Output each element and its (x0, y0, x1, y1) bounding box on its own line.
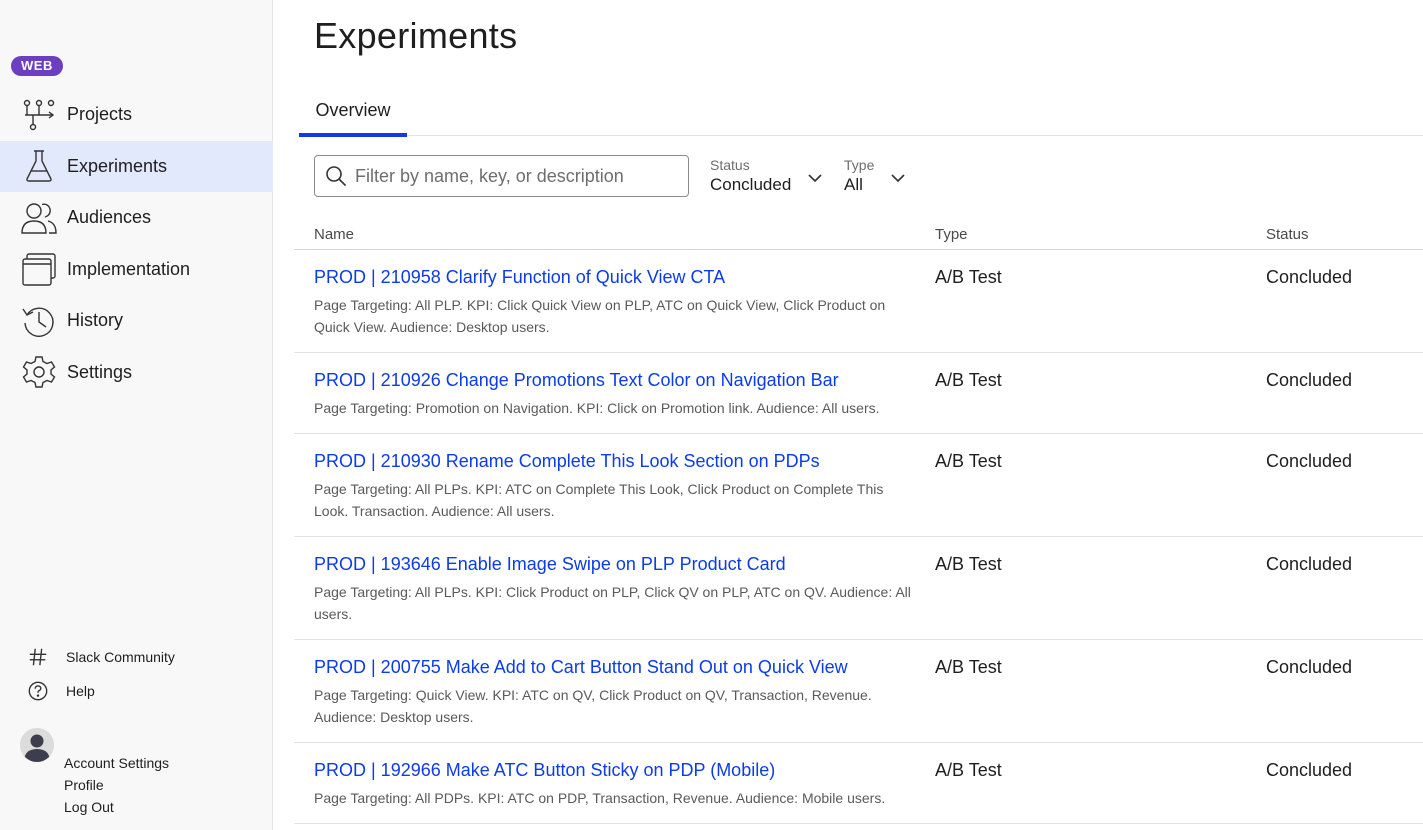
profile-link[interactable]: Profile (64, 774, 169, 796)
experiment-description: Page Targeting: All PLPs. KPI: ATC on Co… (314, 481, 884, 519)
sidebar-nav: Projects Experiments Audiences Implement… (0, 89, 273, 398)
gear-icon (20, 353, 58, 391)
experiment-type: A/B Test (935, 760, 1002, 780)
platform-badge: WEB (11, 56, 63, 76)
app-root: WEB Projects Experiments Audiences Imple… (0, 0, 1423, 830)
slack-community-link[interactable]: Slack Community (0, 640, 273, 674)
sidebar-item-history[interactable]: History (0, 295, 273, 347)
column-header-name[interactable]: Name (314, 226, 354, 243)
type-filter-dropdown[interactable]: Type All (844, 157, 914, 197)
experiment-description: Page Targeting: Quick View. KPI: ATC on … (314, 687, 872, 725)
page-title: Experiments (314, 15, 518, 56)
experiment-type: A/B Test (935, 554, 1002, 574)
experiment-type: A/B Test (935, 451, 1002, 471)
sidebar-item-implementation[interactable]: Implementation (0, 244, 273, 296)
experiment-status: Concluded (1266, 267, 1353, 287)
history-icon (20, 302, 58, 340)
projects-icon (20, 96, 58, 134)
sidebar-item-settings[interactable]: Settings (0, 347, 273, 399)
search-box (314, 155, 689, 197)
experiment-type: A/B Test (935, 267, 1002, 287)
sidebar: WEB Projects Experiments Audiences Imple… (0, 0, 273, 830)
table-row: PROD | 193646 Enable Image Swipe on PLP … (294, 537, 1423, 640)
experiment-name-link[interactable]: PROD | 210926 Change Promotions Text Col… (314, 370, 839, 391)
experiment-status: Concluded (1266, 760, 1353, 780)
help-circle-icon (26, 679, 50, 703)
sidebar-item-label: Settings (67, 361, 133, 382)
experiment-name-link[interactable]: PROD | 200755 Make Add to Cart Button St… (314, 657, 848, 678)
column-header-status[interactable]: Status (1266, 226, 1309, 243)
experiments-table: Name Type Status PROD | 210958 Clarify F… (294, 222, 1423, 824)
sidebar-item-audiences[interactable]: Audiences (0, 192, 273, 244)
experiment-name-link[interactable]: PROD | 210958 Clarify Function of Quick … (314, 267, 725, 288)
experiment-status: Concluded (1266, 370, 1353, 390)
sidebar-item-label: History (67, 310, 124, 331)
main-content: Experiments Overview Status Concluded Ty… (274, 0, 1423, 830)
table-row: PROD | 210926 Change Promotions Text Col… (294, 353, 1423, 434)
logout-link[interactable]: Log Out (64, 796, 169, 818)
experiment-name-link[interactable]: PROD | 210930 Rename Complete This Look … (314, 451, 820, 472)
users-icon (20, 199, 58, 237)
sidebar-item-label: Implementation (67, 258, 191, 279)
sidebar-item-label: Audiences (67, 207, 152, 228)
experiment-name-link[interactable]: PROD | 192966 Make ATC Button Sticky on … (314, 760, 775, 781)
experiment-description: Page Targeting: All PLP. KPI: Click Quic… (314, 297, 886, 335)
window-icon (20, 250, 58, 288)
flask-icon (20, 147, 58, 185)
account-settings-link[interactable]: Account Settings (64, 752, 169, 774)
table-header: Name Type Status (294, 222, 1423, 250)
search-icon (326, 166, 347, 187)
table-row: PROD | 200755 Make Add to Cart Button St… (294, 640, 1423, 743)
help-link[interactable]: Help (0, 674, 273, 708)
hash-icon (26, 645, 50, 669)
sidebar-item-projects[interactable]: Projects (0, 89, 273, 141)
sidebar-item-label: Experiments (67, 155, 168, 176)
experiment-status: Concluded (1266, 657, 1353, 677)
experiment-description: Page Targeting: All PDPs. KPI: ATC on PD… (314, 790, 886, 806)
avatar[interactable] (20, 728, 54, 762)
help-label: Help (66, 683, 95, 699)
experiment-description: Page Targeting: All PLPs. KPI: Click Pro… (314, 584, 911, 622)
sidebar-footer-links: Slack Community Help (0, 640, 273, 708)
sidebar-item-experiments[interactable]: Experiments (0, 140, 273, 192)
account-links: Account Settings Profile Log Out (64, 752, 169, 818)
experiment-status: Concluded (1266, 451, 1353, 471)
tab-overview[interactable]: Overview (299, 90, 407, 137)
table-row: PROD | 210958 Clarify Function of Quick … (294, 250, 1423, 353)
chevron-down-icon (808, 174, 822, 183)
column-header-type[interactable]: Type (935, 226, 968, 243)
experiment-name-link[interactable]: PROD | 193646 Enable Image Swipe on PLP … (314, 554, 786, 575)
filter-toolbar: Status Concluded Type All (314, 155, 1423, 197)
status-filter-dropdown[interactable]: Status Concluded (710, 157, 830, 197)
slack-community-label: Slack Community (66, 649, 175, 665)
experiment-status: Concluded (1266, 554, 1353, 574)
experiment-type: A/B Test (935, 370, 1002, 390)
search-input[interactable] (355, 156, 680, 196)
tab-bar: Overview (299, 90, 1423, 137)
chevron-down-icon (891, 174, 905, 183)
experiment-description: Page Targeting: Promotion on Navigation.… (314, 400, 880, 416)
table-row: PROD | 192966 Make ATC Button Sticky on … (294, 743, 1423, 824)
experiment-type: A/B Test (935, 657, 1002, 677)
sidebar-item-label: Projects (67, 104, 133, 125)
table-row: PROD | 210930 Rename Complete This Look … (294, 434, 1423, 537)
